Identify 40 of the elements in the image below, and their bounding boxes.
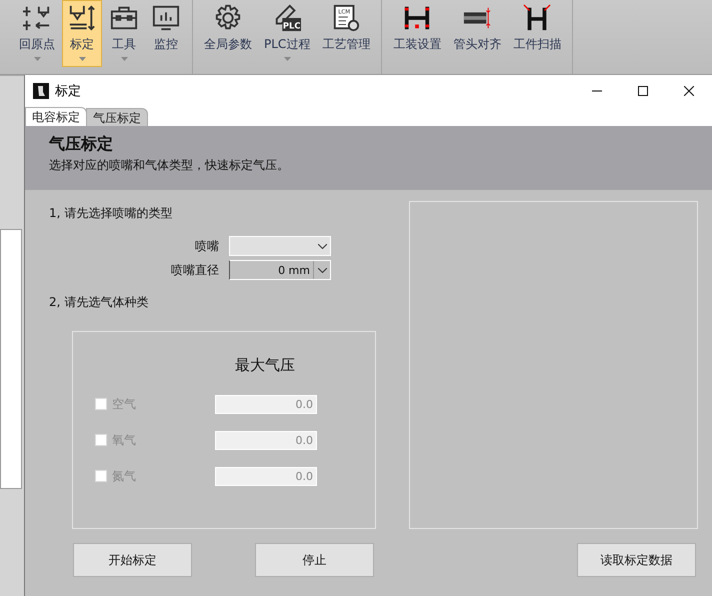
nozzle-icon xyxy=(68,4,96,32)
settings-icon xyxy=(214,4,242,32)
ribbon-button[interactable]: 全局参数 xyxy=(199,0,257,67)
monitor-icon xyxy=(152,4,180,32)
step-label: 1, 请先选择喷嘴的类型 xyxy=(49,205,174,222)
ribbon-button[interactable]: 工具 xyxy=(104,0,144,67)
nozzle-dropdown[interactable] xyxy=(229,236,331,256)
ribbon-button[interactable]: 回原点 xyxy=(14,0,60,67)
window-title: 标定 xyxy=(55,83,82,100)
minimize-icon xyxy=(592,90,602,92)
group-heading: 最大气压 xyxy=(235,356,296,376)
diameter-field[interactable]: 0 mm xyxy=(229,260,331,280)
scan-icon xyxy=(523,4,552,32)
field-label: 喷嘴直径 xyxy=(170,262,219,278)
ribbon-button[interactable]: PLC PLC过程 xyxy=(259,0,316,67)
app-icon xyxy=(33,83,49,99)
tab[interactable]: 气压标定 xyxy=(86,108,148,126)
ribbon-button[interactable]: 管头对齐 xyxy=(448,0,506,67)
close-icon xyxy=(684,86,694,96)
checkbox-label: 空气 xyxy=(112,396,136,412)
ribbon-button[interactable]: 监控 xyxy=(146,0,186,67)
chevron-icon xyxy=(318,244,326,248)
maximize-icon xyxy=(638,86,648,96)
ribbon-button[interactable]: 工装设置 xyxy=(388,0,446,67)
action-button[interactable]: 停止 xyxy=(255,543,374,577)
field-label: 喷嘴 xyxy=(194,238,219,254)
fixture-icon xyxy=(403,4,432,32)
checkbox-label: 氮气 xyxy=(112,468,136,484)
action-button[interactable]: 开始标定 xyxy=(73,543,192,577)
header-title: 气压标定 xyxy=(49,134,114,155)
chevron-icon xyxy=(318,268,326,272)
ribbon-button[interactable]: 标定 xyxy=(62,0,102,67)
read-data-button[interactable]: 读取标定数据 xyxy=(577,543,696,577)
ribbon-button[interactable]: 工件扫描 xyxy=(508,0,566,67)
checkbox-label: 氧气 xyxy=(112,432,136,448)
toolbox-icon xyxy=(110,4,138,32)
tab[interactable]: 电容标定 xyxy=(25,107,87,126)
header-subtitle: 选择对应的喷嘴和气体类型，快速标定气压。 xyxy=(49,157,290,174)
step-label: 2, 请先选气体种类 xyxy=(49,294,150,311)
axis-arrows-icon xyxy=(23,4,51,32)
